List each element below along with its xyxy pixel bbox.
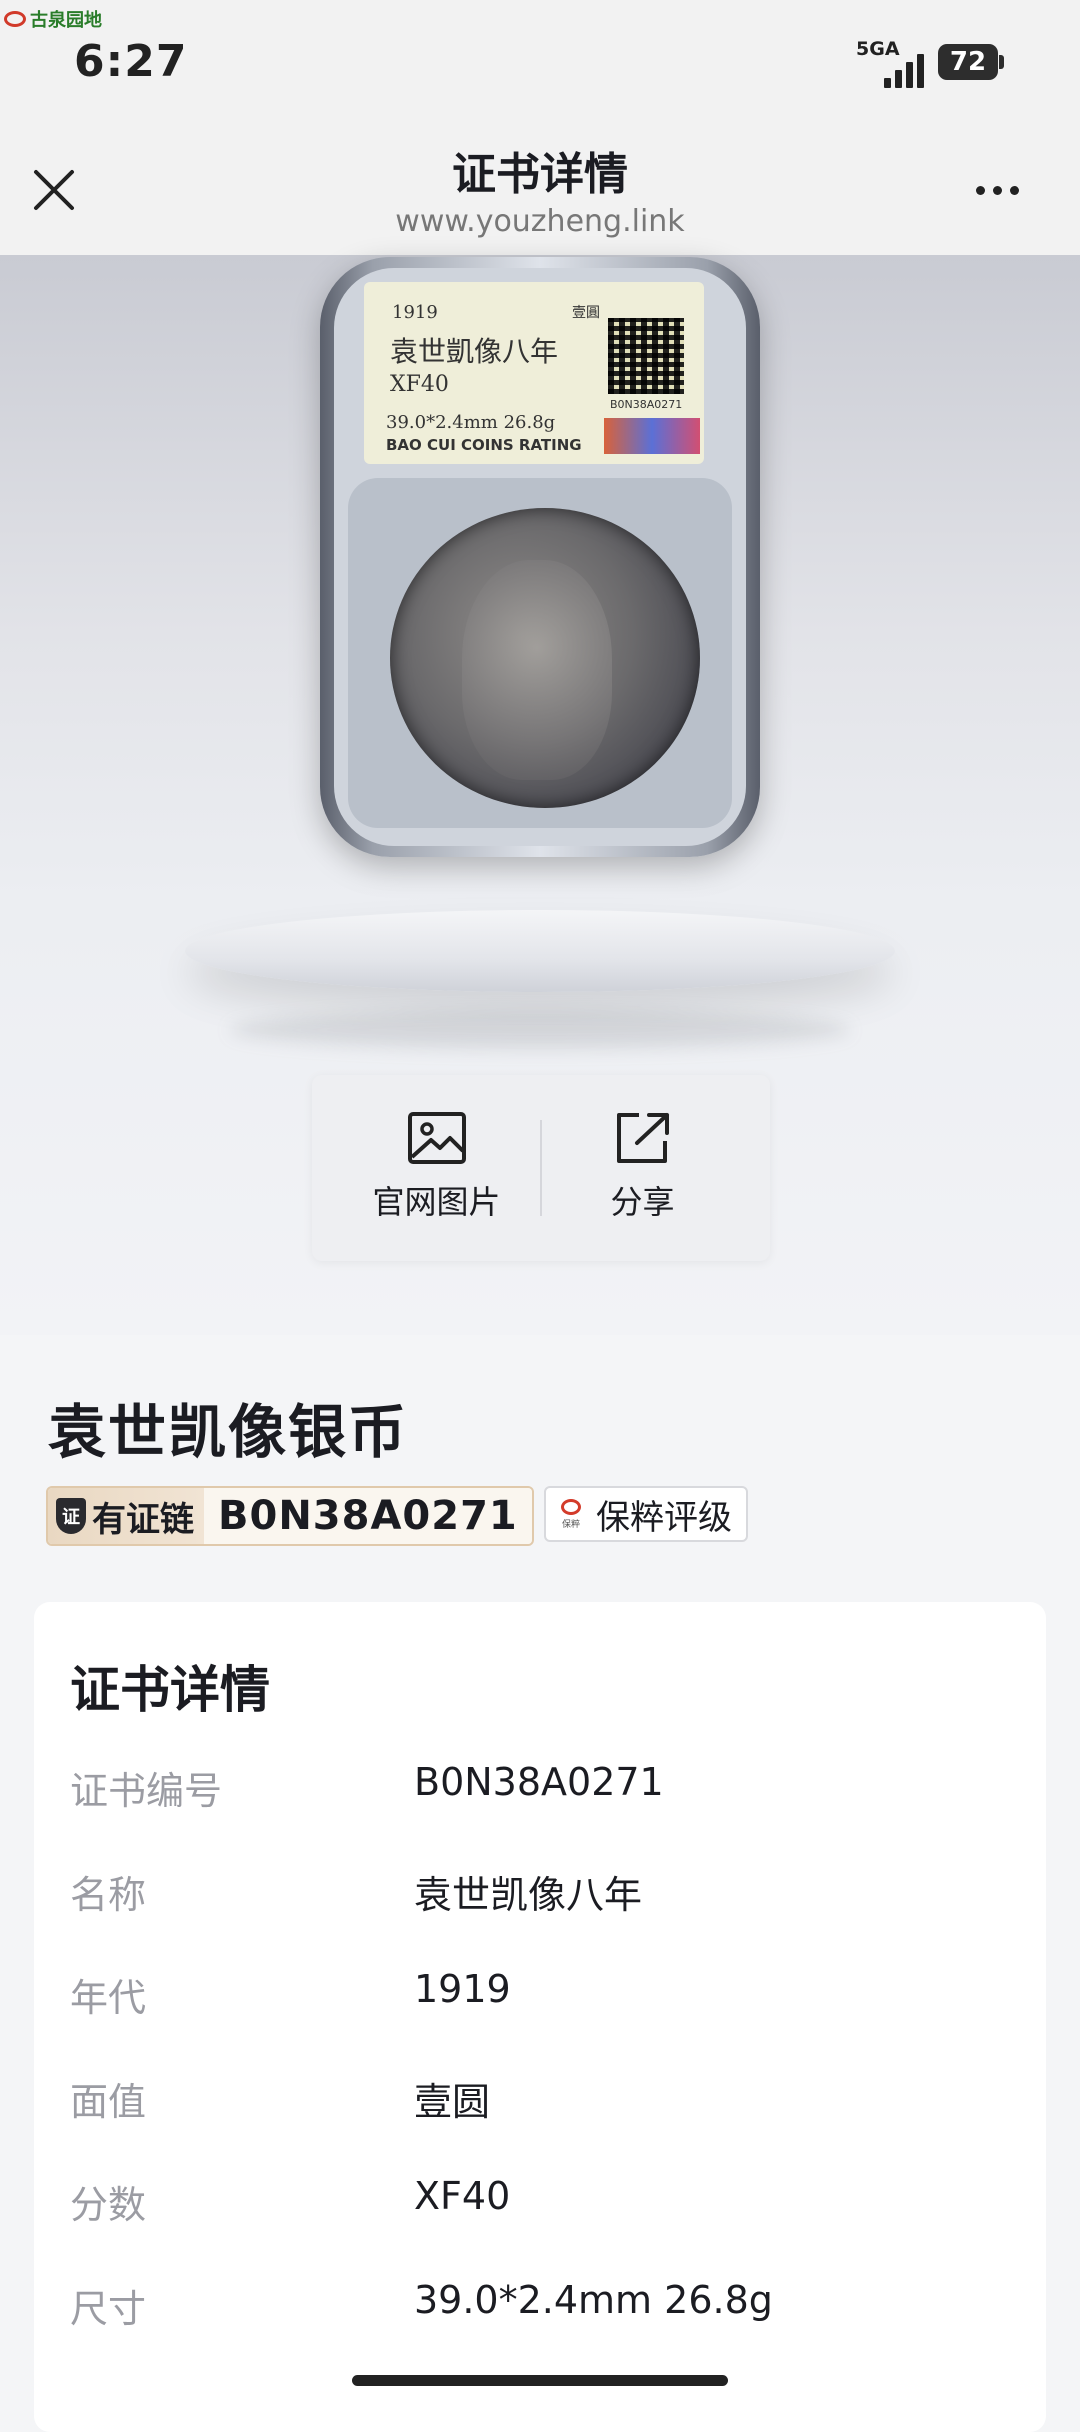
label-name: 袁世凱像八年	[390, 335, 559, 368]
label-year: 1919	[392, 302, 438, 323]
detail-label: 年代	[70, 1976, 147, 2020]
label-company: BAO CUI COINS RATING	[386, 436, 582, 454]
coin-portrait	[462, 560, 612, 780]
grader-name: 保粹评级	[596, 1497, 732, 1538]
detail-value: 1919	[414, 1967, 511, 2011]
official-image-label: 官网图片	[372, 1183, 501, 1221]
detail-value: B0N38A0271	[414, 1760, 664, 1804]
app-watermark: 古泉园地	[4, 6, 102, 32]
detail-label: 名称	[70, 1873, 147, 1917]
home-indicator[interactable]	[352, 2375, 728, 2386]
chain-label: 有证链	[92, 1499, 194, 1540]
more-dot-icon	[976, 185, 985, 195]
battery-indicator: 72	[938, 44, 998, 80]
page-title: 证书详情	[452, 149, 628, 200]
battery-tip	[999, 55, 1004, 69]
detail-value: 39.0*2.4mm 26.8g	[414, 2278, 773, 2322]
watermark-logo-icon	[4, 11, 26, 27]
label-serial: B0N38A0271	[610, 398, 683, 411]
more-dot-icon	[1010, 185, 1019, 195]
qr-code-icon	[608, 318, 684, 394]
share-label: 分享	[610, 1183, 675, 1221]
grader-badge[interactable]: 保粹 保粹评级	[544, 1486, 748, 1542]
grader-logo-icon: 保粹	[556, 1496, 586, 1532]
status-time: 6:27	[74, 36, 188, 87]
signal-icon	[884, 54, 924, 88]
label-seal: 壹圓	[572, 305, 600, 321]
page-url: www.youzheng.link	[395, 204, 685, 239]
detail-value: 壹圆	[414, 2080, 491, 2124]
detail-value: 袁世凯像八年	[414, 1873, 643, 1917]
share-button[interactable]: 分享	[528, 1075, 757, 1261]
official-image-button[interactable]: 官网图片	[322, 1075, 551, 1261]
more-options-button[interactable]	[976, 180, 1030, 200]
display-pedestal	[185, 910, 895, 992]
cert-number-badge: B0N38A0271	[204, 1488, 532, 1544]
hologram-sticker	[604, 418, 700, 454]
coin-title: 袁世凯像银币	[48, 1398, 409, 1466]
detail-value: XF40	[414, 2174, 511, 2218]
detail-label: 面值	[70, 2080, 147, 2124]
share-icon	[616, 1113, 669, 1163]
image-icon	[407, 1112, 466, 1164]
more-dot-icon	[993, 185, 1002, 195]
detail-section-title: 证书详情	[70, 1661, 270, 1719]
label-grade: XF40	[390, 372, 449, 397]
detail-label: 证书编号	[70, 1769, 223, 1813]
shield-icon: 证	[56, 1498, 86, 1534]
pedestal-shadow	[230, 1010, 850, 1050]
label-size: 39.0*2.4mm 26.8g	[386, 412, 556, 433]
detail-label: 尺寸	[70, 2287, 147, 2331]
detail-label: 分数	[70, 2183, 147, 2227]
chain-badge-left: 证 有证链	[48, 1488, 204, 1544]
cert-chain-badge[interactable]: 证 有证链 B0N38A0271	[46, 1486, 534, 1546]
